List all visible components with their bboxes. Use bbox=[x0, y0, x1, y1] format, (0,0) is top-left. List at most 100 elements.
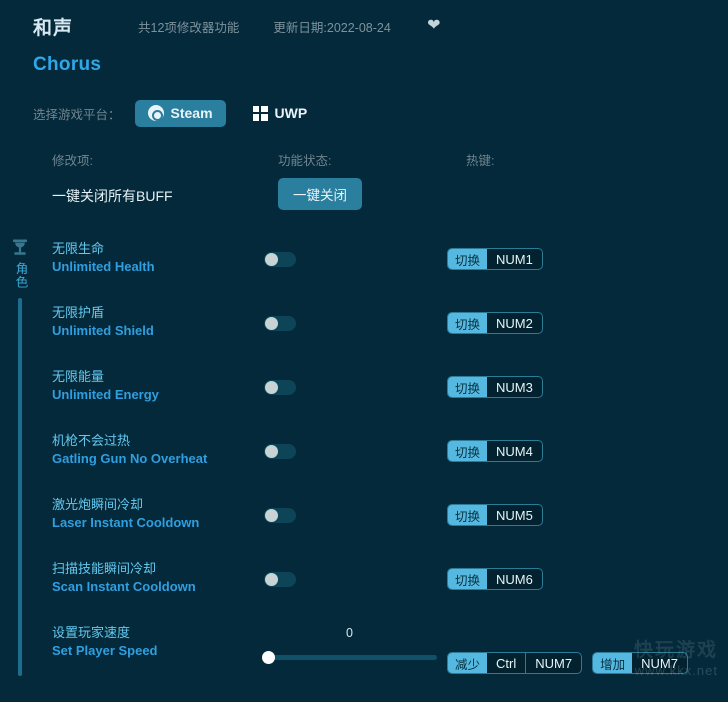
hotkey-key: Ctrl bbox=[496, 655, 517, 671]
cheat-label-cn: 扫描技能瞬间冷却 bbox=[52, 561, 157, 576]
cheat-hotkeys: 切换 NUM3 bbox=[447, 376, 543, 398]
hotkey-action: 切换 bbox=[448, 441, 488, 461]
cheat-row: 无限能量 Unlimited Energy 切换 NUM3 bbox=[0, 360, 728, 424]
hotkey-group[interactable]: 切换 NUM2 bbox=[447, 312, 543, 334]
cheat-row: 无限生命 Unlimited Health 切换 NUM1 bbox=[0, 232, 728, 296]
hotkey-group[interactable]: 切换 NUM4 bbox=[447, 440, 543, 462]
hotkey-key: NUM2 bbox=[496, 315, 533, 331]
update-date: 更新日期:2022-08-24 bbox=[273, 20, 391, 35]
global-disable-button[interactable]: 一键关闭 bbox=[278, 178, 362, 210]
cheat-row: 无限护盾 Unlimited Shield 切换 NUM2 bbox=[0, 296, 728, 360]
hotkey-action: 切换 bbox=[448, 505, 488, 525]
toggle-knob bbox=[265, 317, 278, 330]
cheat-label-en: Unlimited Health bbox=[52, 259, 155, 274]
slider-value: 0 bbox=[346, 626, 353, 640]
hotkey-key: NUM1 bbox=[496, 251, 533, 267]
cheat-labels: 无限能量 Unlimited Energy bbox=[52, 368, 159, 404]
cheat-hotkeys: 切换 NUM1 bbox=[447, 248, 543, 270]
cheat-labels: 激光炮瞬间冷却 Laser Instant Cooldown bbox=[52, 496, 199, 532]
cheat-label-en: Unlimited Energy bbox=[52, 387, 159, 402]
cheat-label-cn: 无限护盾 bbox=[52, 305, 105, 320]
column-header-state: 功能状态: bbox=[278, 154, 332, 168]
platform-option-uwp-label: UWP bbox=[274, 105, 308, 121]
platform-label: 选择游戏平台： bbox=[33, 107, 121, 122]
hotkey-key: NUM3 bbox=[496, 379, 533, 395]
hotkey-action: 切换 bbox=[448, 249, 488, 269]
hotkey-group[interactable]: 切换 NUM1 bbox=[447, 248, 543, 270]
cheat-label-en: Gatling Gun No Overheat bbox=[52, 451, 208, 466]
platform-selector: 选择游戏平台： Steam UWP bbox=[0, 98, 728, 128]
platform-option-uwp[interactable]: UWP bbox=[240, 100, 321, 127]
cheat-toggle[interactable] bbox=[264, 444, 296, 459]
hotkey-group-increase[interactable]: 增加 NUM7 bbox=[592, 652, 688, 674]
hotkey-group-decrease[interactable]: 减少 Ctrl NUM7 bbox=[447, 652, 583, 674]
cheat-label-en: Unlimited Shield bbox=[52, 323, 154, 338]
cheat-labels: 无限护盾 Unlimited Shield bbox=[52, 304, 154, 340]
cheat-hotkeys: 减少 Ctrl NUM7 增加 NUM7 bbox=[447, 652, 688, 674]
hotkey-action: 减少 bbox=[448, 653, 488, 673]
cheat-list-section: 角色 无限生命 Unlimited Health 切换 NUM1 无限护盾 Un… bbox=[0, 232, 728, 680]
hotkey-group[interactable]: 切换 NUM6 bbox=[447, 568, 543, 590]
hotkey-key: NUM5 bbox=[496, 507, 533, 523]
column-header-hotkey: 热键: bbox=[466, 154, 495, 168]
hotkey-group[interactable]: 切换 NUM3 bbox=[447, 376, 543, 398]
app-header: 和声 共12项修改器功能 更新日期:2022-08-24 ❤ Chorus bbox=[0, 0, 728, 84]
cheat-toggle[interactable] bbox=[264, 572, 296, 587]
steam-icon bbox=[147, 105, 164, 121]
cheat-row: 机枪不会过热 Gatling Gun No Overheat 切换 NUM4 bbox=[0, 424, 728, 488]
cheat-hotkeys: 切换 NUM2 bbox=[447, 312, 543, 334]
toggle-knob bbox=[265, 573, 278, 586]
platform-option-steam[interactable]: Steam bbox=[134, 99, 226, 127]
hotkey-key: NUM7 bbox=[641, 655, 678, 671]
cheat-rows: 无限生命 Unlimited Health 切换 NUM1 无限护盾 Unlim… bbox=[0, 232, 728, 680]
cheat-hotkeys: 切换 NUM6 bbox=[447, 568, 543, 590]
hotkey-action: 切换 bbox=[448, 569, 488, 589]
cheat-label-cn: 无限生命 bbox=[52, 241, 105, 256]
cheat-labels: 设置玩家速度 Set Player Speed bbox=[52, 624, 158, 660]
toggle-knob bbox=[265, 509, 278, 522]
cheat-toggle[interactable] bbox=[264, 252, 296, 267]
cheat-row: 激光炮瞬间冷却 Laser Instant Cooldown 切换 NUM5 bbox=[0, 488, 728, 552]
windows-icon bbox=[252, 105, 268, 121]
toggle-knob bbox=[265, 253, 278, 266]
cheat-toggle[interactable] bbox=[264, 508, 296, 523]
toggle-knob bbox=[265, 445, 278, 458]
cheat-label-cn: 无限能量 bbox=[52, 369, 105, 384]
global-disable-row: 一键关闭所有BUFF 一键关闭 bbox=[0, 176, 728, 232]
heart-icon[interactable]: ❤ bbox=[425, 17, 443, 35]
title-row: 和声 共12项修改器功能 更新日期:2022-08-24 ❤ bbox=[33, 12, 728, 40]
hotkey-key: NUM7 bbox=[525, 653, 581, 673]
global-disable-label: 一键关闭所有BUFF bbox=[52, 188, 173, 204]
game-title-cn: 和声 bbox=[33, 17, 74, 39]
hotkey-key: NUM6 bbox=[496, 571, 533, 587]
column-header-modifier: 修改项: bbox=[52, 154, 93, 168]
cheat-row: 扫描技能瞬间冷却 Scan Instant Cooldown 切换 NUM6 bbox=[0, 552, 728, 616]
player-speed-slider: 0 bbox=[262, 624, 437, 664]
hotkey-group[interactable]: 切换 NUM5 bbox=[447, 504, 543, 526]
cheat-labels: 扫描技能瞬间冷却 Scan Instant Cooldown bbox=[52, 560, 196, 596]
hotkey-key: NUM4 bbox=[496, 443, 533, 459]
slider-track[interactable] bbox=[262, 651, 437, 664]
platform-option-steam-label: Steam bbox=[170, 105, 213, 121]
cheat-labels: 机枪不会过热 Gatling Gun No Overheat bbox=[52, 432, 207, 468]
cheat-labels: 无限生命 Unlimited Health bbox=[52, 240, 155, 276]
cheat-hotkeys: 切换 NUM4 bbox=[447, 440, 543, 462]
cheat-row: 设置玩家速度 Set Player Speed 0 减少 Ctrl NUM7 增… bbox=[0, 616, 728, 680]
cheat-hotkeys: 切换 NUM5 bbox=[447, 504, 543, 526]
cheat-toggle[interactable] bbox=[264, 380, 296, 395]
hotkey-action: 增加 bbox=[593, 653, 633, 673]
cheat-label-cn: 激光炮瞬间冷却 bbox=[52, 497, 144, 512]
cheat-label-en: Set Player Speed bbox=[52, 643, 158, 658]
game-title-en: Chorus bbox=[33, 54, 102, 75]
cheat-toggle[interactable] bbox=[264, 316, 296, 331]
toggle-knob bbox=[265, 381, 278, 394]
cheat-label-cn: 机枪不会过热 bbox=[52, 433, 131, 448]
column-headers: 修改项: 功能状态: 热键: bbox=[0, 150, 728, 176]
cheat-label-en: Scan Instant Cooldown bbox=[52, 579, 196, 594]
cheat-label-cn: 设置玩家速度 bbox=[52, 625, 131, 640]
hotkey-action: 切换 bbox=[448, 377, 488, 397]
cheat-label-en: Laser Instant Cooldown bbox=[52, 515, 200, 530]
hotkey-action: 切换 bbox=[448, 313, 488, 333]
feature-count: 共12项修改器功能 bbox=[138, 20, 240, 35]
slider-knob[interactable] bbox=[262, 651, 275, 664]
